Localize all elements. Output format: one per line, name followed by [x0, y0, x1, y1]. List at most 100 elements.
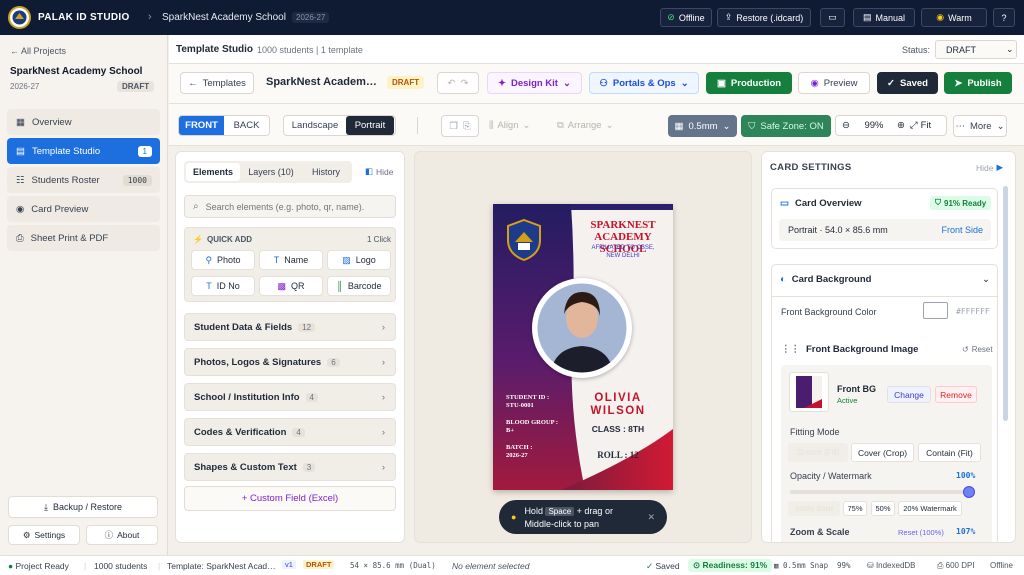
sidebar-item-sheet-print[interactable]: ⎙ Sheet Print & PDF — [7, 225, 160, 251]
card-background-heading[interactable]: ◐ Card Background ⌄ — [780, 274, 990, 285]
status-select[interactable]: DRAFT ⌄ — [935, 40, 1017, 59]
back-side-tab[interactable]: BACK — [224, 116, 269, 135]
palette-icon: ◐ — [780, 274, 786, 285]
chevron-down-icon: ⌄ — [562, 77, 571, 89]
id-card-front[interactable]: SPARKNEST ACADEMY SCHOOL AFFILIATED TO C… — [493, 204, 673, 490]
section-school-info[interactable]: School / Institution Info 4 › — [184, 383, 396, 411]
preview-button[interactable]: ◉ Preview — [798, 72, 870, 94]
tab-history[interactable]: History — [302, 167, 350, 177]
remove-bg-button[interactable]: Remove — [935, 386, 977, 403]
card-blood: B+ — [506, 427, 515, 434]
zoom-scale-label: Zoom & Scale — [790, 527, 850, 537]
database-icon: ⛁ — [867, 561, 874, 570]
help-icon: ? — [1001, 12, 1007, 23]
hide-panel-button[interactable]: ◧ Hide — [365, 166, 394, 177]
zoom-reset-button[interactable]: Reset (100%) — [898, 528, 944, 537]
tab-layers[interactable]: Layers (10) — [240, 167, 302, 177]
opacity-slider[interactable] — [790, 490, 975, 494]
shield-icon: ⛉ — [748, 120, 756, 132]
chevron-down-icon: ⌄ — [522, 120, 531, 131]
school-crest-logo — [505, 218, 543, 262]
opacity-preset-50[interactable]: 50% — [871, 501, 895, 516]
zoom-out-icon[interactable]: ⊖ — [836, 120, 856, 131]
quick-add-logo[interactable]: ▨ Logo — [327, 250, 391, 270]
templates-button[interactable]: ← Templates — [180, 72, 254, 94]
offline-button[interactable]: ⊘ Offline — [660, 8, 712, 27]
backup-restore-button[interactable]: ⤓ Backup / Restore — [8, 496, 158, 518]
section-codes[interactable]: Codes & Verification 4 › — [184, 418, 396, 446]
draft-badge: DRAFT — [387, 76, 425, 89]
manual-button[interactable]: ▤ Manual — [853, 8, 915, 27]
grid-size-button[interactable]: ▦ 0.5mm ⌄ — [668, 115, 737, 137]
element-search[interactable]: ⌕ — [184, 195, 396, 218]
opacity-preset-75[interactable]: 75% — [843, 501, 867, 516]
fit-icon: ⤢ — [910, 120, 918, 131]
opacity-preset-20[interactable]: 20% Watermark — [898, 501, 962, 516]
panel-icon: ▶ — [996, 162, 1004, 172]
folder-icon: ▭ — [828, 12, 837, 22]
saved-button[interactable]: ✓ Saved — [877, 72, 938, 94]
zap-icon: ⚡ — [193, 235, 203, 244]
hide-settings-button[interactable]: Hide ▶ — [976, 162, 1003, 173]
project-year: 2026-27 — [10, 82, 40, 91]
section-photos-logos[interactable]: Photos, Logos & Signatures 6 › — [184, 348, 396, 376]
search-input[interactable] — [205, 201, 386, 212]
breadcrumb-school[interactable]: SparkNest Academy School — [162, 12, 286, 23]
fit-button[interactable]: ⤢ Fit — [910, 120, 931, 131]
quick-add-qr[interactable]: ▩ QR — [259, 276, 323, 296]
shield-check-icon: ⛉ — [935, 198, 941, 207]
front-side-link[interactable]: Front Side — [941, 225, 983, 235]
student-photo[interactable] — [532, 278, 632, 378]
fit-stretch-button[interactable]: Stretch (Fill) — [788, 443, 848, 462]
landscape-toggle[interactable]: Landscape — [284, 116, 346, 135]
dpi-status: ⎙ 600 DPI — [937, 561, 975, 570]
opacity-preset-100[interactable]: 100% Solid — [788, 501, 840, 516]
chevron-right-icon: › — [381, 321, 385, 333]
divider: | — [158, 561, 161, 571]
tab-elements[interactable]: Elements — [186, 163, 240, 181]
publish-button[interactable]: ➤ Publish — [944, 72, 1012, 94]
card-icon: ▭ — [780, 198, 789, 209]
zoom-in-icon[interactable]: ⊕ — [892, 120, 910, 131]
sidebar-item-overview[interactable]: ▦ Overview — [7, 109, 160, 135]
fit-cover-button[interactable]: Cover (Crop) — [851, 443, 914, 462]
help-button[interactable]: ? — [993, 8, 1015, 27]
quick-add-id-no[interactable]: T ID No — [191, 276, 255, 296]
undo-redo-group[interactable]: ↶ ↷ — [437, 72, 479, 94]
folder-button[interactable]: ▭ — [820, 8, 845, 27]
restore-button[interactable]: ⇪ Restore (.idcard) — [717, 8, 811, 27]
scrollbar[interactable] — [1003, 186, 1008, 421]
align-menu[interactable]: ⫼ Align ⌄ — [489, 120, 530, 131]
copy-paste-group[interactable]: ❐ ⎘ — [441, 115, 479, 137]
portals-ops-button[interactable]: ⚇ Portals & Ops ⌄ — [589, 72, 699, 94]
section-shapes-text[interactable]: Shapes & Custom Text 3 › — [184, 453, 396, 481]
production-button[interactable]: ▣ Production — [706, 72, 792, 94]
bg-color-swatch[interactable] — [923, 302, 948, 319]
design-kit-button[interactable]: ✦ Design Kit ⌄ — [487, 72, 582, 94]
safe-zone-toggle[interactable]: ⛉ Safe Zone: ON — [741, 115, 831, 137]
chevron-down-icon: ⌄ — [996, 120, 1005, 132]
custom-field-button[interactable]: + Custom Field (Excel) — [184, 486, 396, 511]
arrange-menu[interactable]: ⧉ Arrange ⌄ — [557, 120, 614, 131]
close-icon[interactable]: ✕ — [647, 512, 655, 523]
change-bg-button[interactable]: Change — [887, 386, 931, 403]
all-projects-link[interactable]: ← All Projects — [10, 46, 66, 56]
more-button[interactable]: ⋯ More ⌄ — [953, 115, 1007, 137]
about-button[interactable]: ⓘ About — [86, 525, 158, 545]
portrait-toggle[interactable]: Portrait — [346, 116, 394, 135]
sidebar-item-template-studio[interactable]: ▤ Template Studio 1 — [7, 138, 160, 164]
fit-contain-button[interactable]: Contain (Fit) — [918, 443, 981, 462]
quick-add-photo[interactable]: ⚲ Photo — [191, 250, 255, 270]
front-side-tab[interactable]: FRONT — [179, 116, 224, 135]
settings-button[interactable]: ⚙ Settings — [8, 525, 80, 545]
sidebar-item-students-roster[interactable]: ☷ Students Roster 1000 — [7, 167, 160, 193]
theme-button[interactable]: ◉ Warm — [921, 8, 987, 27]
section-student-data[interactable]: Student Data & Fields 12 › — [184, 313, 396, 341]
sidebar-item-card-preview[interactable]: ◉ Card Preview — [7, 196, 160, 222]
quick-add-barcode[interactable]: ║ Barcode — [327, 276, 391, 296]
reset-bg-button[interactable]: ↺ Reset — [962, 345, 993, 354]
template-name[interactable]: SparkNest Academ… — [266, 76, 377, 88]
opacity-slider-thumb[interactable] — [963, 486, 975, 498]
chevron-right-icon: › — [148, 11, 152, 23]
quick-add-name[interactable]: T Name — [259, 250, 323, 270]
